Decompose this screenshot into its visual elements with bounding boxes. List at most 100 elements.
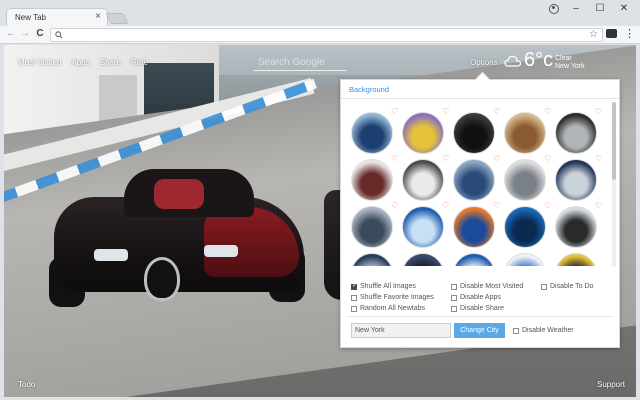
background-thumbnail[interactable] [402,206,444,248]
nav-most-visited[interactable]: Most Visited [18,58,61,67]
background-thumbnail[interactable] [555,159,597,201]
favorite-heart-icon[interactable]: ♡ [391,202,398,210]
disable-weather-checkbox[interactable]: Disable Weather [513,327,574,334]
option-checkbox[interactable]: Disable To Do [541,283,593,290]
reload-button[interactable]: C [33,27,47,41]
favorite-heart-icon[interactable]: ♡ [595,108,602,116]
address-bar[interactable]: ☆ [50,28,603,42]
page-search-input[interactable]: Search Google [254,53,346,71]
checkbox-label: Random All Newtabs [360,305,425,312]
option-checkbox[interactable]: Random All Newtabs [351,305,425,312]
car-grille [144,257,180,301]
checkbox-label: Shuffle All Images [360,283,416,290]
tab-new-tab[interactable]: New Tab × [6,8,108,26]
forward-button[interactable]: → [18,27,32,41]
background-thumbnail[interactable] [504,253,546,266]
options-panel: Background ♡ ♡ ♡ ♡ ♡ ♡ ♡ ♡ ♡ ♡ ♡ ♡ ♡ ♡ ♡ Shuffle All I… [340,79,620,348]
title-bar: New Tab × – ☐ ✕ [0,0,640,26]
nav-share[interactable]: Share [100,58,121,67]
scrollbar-thumb[interactable] [612,102,616,180]
background-thumbnail[interactable] [351,159,393,201]
checkbox-label: Disable To Do [550,283,594,290]
top-nav: Most Visited Apps Share Rate [18,58,158,67]
cloud-icon [504,55,522,67]
city-input[interactable] [351,323,451,338]
favorite-heart-icon[interactable]: ♡ [391,155,398,163]
checkbox-box[interactable] [351,294,357,301]
checkbox-box[interactable] [451,305,457,312]
option-checkbox[interactable]: Disable Most Visited [451,283,523,290]
checkbox-label: Disable Apps [460,294,501,301]
checkbox-box[interactable] [351,282,357,290]
tab-close-icon[interactable]: × [95,11,101,23]
checkbox-label: Disable Share [460,305,504,312]
checkbox-box[interactable] [351,305,357,312]
background-thumbnail[interactable] [504,159,546,201]
background-thumbnail[interactable] [453,112,495,154]
background-thumbnail[interactable] [351,112,393,154]
minimize-button[interactable]: – [568,3,584,15]
star-icon[interactable]: ☆ [589,29,598,41]
thumbnail-scrollbar[interactable] [612,102,616,267]
background-thumbnail[interactable] [453,253,495,266]
background-thumbnail[interactable] [504,206,546,248]
nav-rate[interactable]: Rate [131,58,148,67]
menu-icon[interactable]: ⋮ [624,27,635,41]
maximize-button[interactable]: ☐ [592,3,608,15]
support-button[interactable]: Support [597,380,625,389]
background-thumbnail[interactable] [453,206,495,248]
car-headlight [94,249,128,261]
checkbox-box[interactable] [513,327,519,334]
page-search-placeholder: Search Google [258,57,325,68]
background-thumbnail[interactable] [453,159,495,201]
weather-city: New York [555,63,585,70]
todo-button[interactable]: Todo [18,380,35,389]
background-thumbnail[interactable] [402,159,444,201]
background-thumbnail[interactable] [555,253,597,266]
options-divider [347,316,613,317]
favorite-heart-icon[interactable]: ♡ [595,155,602,163]
favorite-heart-icon[interactable]: ♡ [442,202,449,210]
background-thumbnail[interactable] [351,253,393,266]
background-thumbnail[interactable] [402,253,444,266]
favorite-heart-icon[interactable]: ♡ [544,202,551,210]
background-thumbnail[interactable] [504,112,546,154]
favorite-heart-icon[interactable]: ♡ [493,155,500,163]
favorite-heart-icon[interactable]: ♡ [442,108,449,116]
favorite-heart-icon[interactable]: ♡ [595,202,602,210]
checkbox-label: Disable Most Visited [460,283,524,290]
favorite-heart-icon[interactable]: ♡ [493,202,500,210]
background-thumbnail[interactable] [555,206,597,248]
background-thumbnail[interactable] [351,206,393,248]
profile-icon[interactable] [549,4,559,14]
checkbox-box[interactable] [451,294,457,301]
favorite-heart-icon[interactable]: ♡ [544,155,551,163]
background-thumbnail[interactable] [402,112,444,154]
option-checkbox[interactable]: Disable Share [451,305,504,312]
weather-temperature: 6°c [524,49,554,71]
options-button[interactable]: Options [470,58,498,67]
option-checkbox[interactable]: Disable Apps [451,294,501,301]
search-icon [55,31,63,39]
checkbox-box[interactable] [451,283,457,290]
nav-apps[interactable]: Apps [71,58,89,67]
favorite-heart-icon[interactable]: ♡ [391,108,398,116]
change-city-button[interactable]: Change City [454,323,505,338]
checkbox-box[interactable] [541,283,547,290]
disable-weather-label: Disable Weather [522,327,574,334]
back-button[interactable]: ← [4,27,18,41]
tab-background[interactable]: Background [349,85,389,94]
new-tab-button[interactable] [105,13,129,24]
car-headlight [204,245,238,257]
close-window-button[interactable]: ✕ [616,3,632,15]
browser-toolbar: ← → C ☆ ⋮ [0,26,640,44]
background-thumbnail[interactable] [555,112,597,154]
favorite-heart-icon[interactable]: ♡ [442,155,449,163]
background-thumbnail-grid: ♡ ♡ ♡ ♡ ♡ ♡ ♡ ♡ ♡ ♡ ♡ ♡ ♡ ♡ ♡ [349,108,611,266]
extension-icon[interactable] [606,29,617,38]
favorite-heart-icon[interactable]: ♡ [493,108,500,116]
favorite-heart-icon[interactable]: ♡ [544,108,551,116]
checkbox-label: Shuffle Favorite Images [360,294,434,301]
option-checkbox[interactable]: Shuffle Favorite Images [351,294,434,301]
option-checkbox[interactable]: Shuffle All Images [351,282,416,290]
